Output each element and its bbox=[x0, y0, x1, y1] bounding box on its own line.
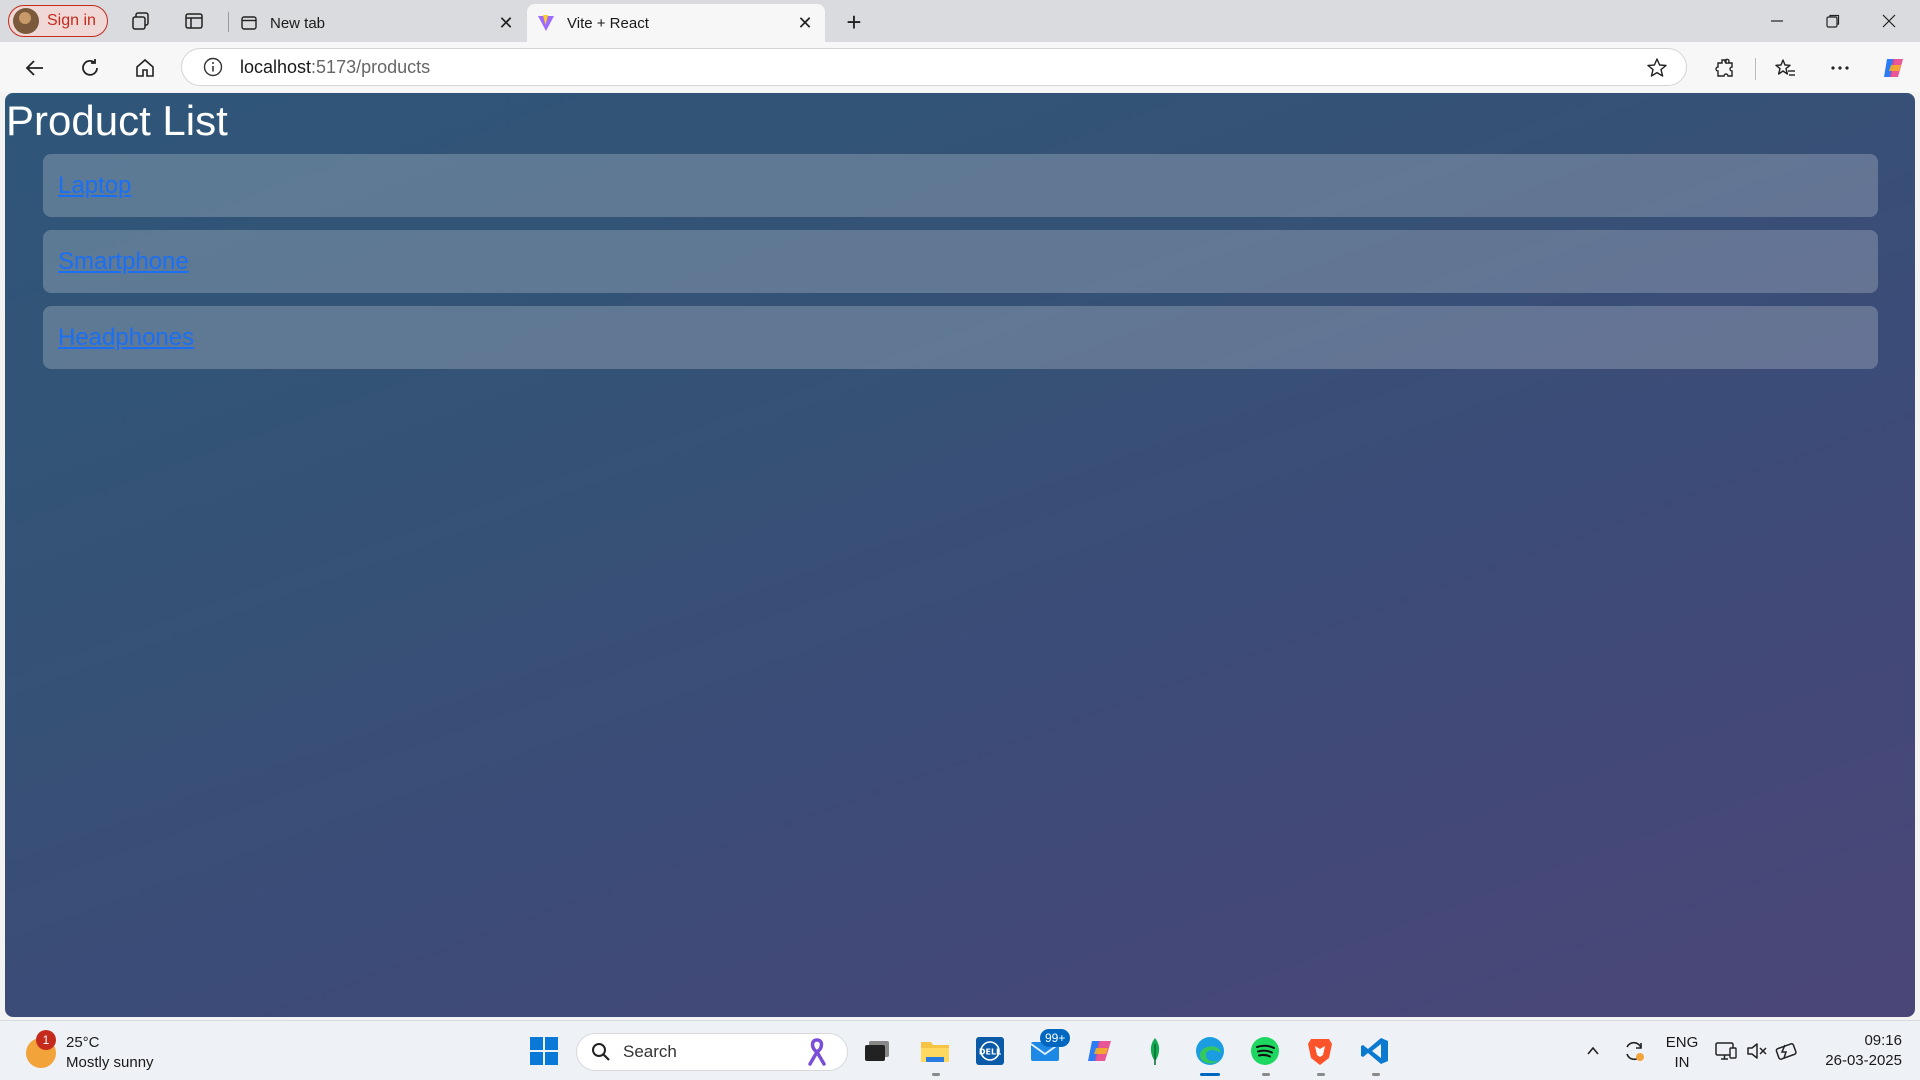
new-tab-icon bbox=[240, 14, 258, 32]
task-view-icon[interactable] bbox=[860, 1034, 894, 1068]
network-icon[interactable] bbox=[1709, 1034, 1743, 1068]
dell-app-icon[interactable]: DELL bbox=[973, 1034, 1007, 1068]
search-icon bbox=[592, 1043, 610, 1061]
favorites-icon[interactable] bbox=[1771, 54, 1799, 82]
page-title: Product List bbox=[6, 97, 228, 144]
clock-time: 09:16 bbox=[1864, 1032, 1902, 1049]
back-arrow-icon[interactable] bbox=[21, 54, 49, 82]
restore-icon[interactable] bbox=[1805, 0, 1861, 42]
taskbar-search-box[interactable]: Search bbox=[576, 1033, 848, 1071]
mongodb-leaf-icon[interactable] bbox=[1138, 1034, 1172, 1068]
product-link-headphones[interactable]: Headphones bbox=[58, 324, 194, 352]
toolbar-divider bbox=[1755, 58, 1756, 80]
tab-new-tab[interactable]: New tab ✕ bbox=[230, 4, 526, 42]
list-item: Headphones bbox=[43, 306, 1878, 369]
product-link-laptop[interactable]: Laptop bbox=[58, 172, 131, 200]
product-link-smartphone[interactable]: Smartphone bbox=[58, 248, 189, 276]
show-hidden-icons-chevron-icon[interactable] bbox=[1576, 1034, 1610, 1068]
running-indicator bbox=[1262, 1073, 1270, 1076]
url-text[interactable]: localhost:5173/products bbox=[240, 57, 430, 78]
weather-sun-icon: 1 bbox=[26, 1030, 56, 1068]
language-code: ENG bbox=[1665, 1034, 1699, 1051]
battery-charging-icon[interactable] bbox=[1770, 1034, 1804, 1068]
copilot-app-icon[interactable] bbox=[1083, 1034, 1117, 1068]
running-indicator bbox=[1317, 1073, 1325, 1076]
workspaces-icon[interactable] bbox=[129, 9, 153, 33]
svg-text:DELL: DELL bbox=[979, 1048, 1001, 1057]
url-path: :5173/products bbox=[311, 56, 431, 77]
browser-toolbar: localhost:5173/products bbox=[0, 42, 1920, 92]
avatar bbox=[13, 8, 39, 34]
active-app-indicator bbox=[1200, 1073, 1220, 1076]
page-viewport: Product List Laptop Smartphone Headphone… bbox=[5, 93, 1915, 1017]
vite-logo-icon bbox=[537, 14, 555, 32]
tab-strip: Sign in New tab ✕ Vite + React ✕ + bbox=[0, 0, 1920, 42]
start-windows-icon[interactable] bbox=[527, 1034, 561, 1068]
site-info-icon[interactable] bbox=[202, 56, 224, 78]
copilot-icon[interactable] bbox=[1880, 54, 1908, 82]
new-tab-button[interactable]: + bbox=[840, 7, 868, 37]
vscode-icon[interactable] bbox=[1358, 1034, 1392, 1068]
weather-text: 25°C Mostly sunny bbox=[66, 1033, 154, 1073]
profile-signin-button[interactable]: Sign in bbox=[8, 5, 108, 37]
running-indicator bbox=[932, 1073, 940, 1076]
weather-condition: Mostly sunny bbox=[66, 1054, 154, 1071]
vertical-tabs-icon[interactable] bbox=[182, 9, 206, 33]
product-list: Laptop Smartphone Headphones bbox=[43, 154, 1878, 382]
spotify-icon[interactable] bbox=[1248, 1034, 1282, 1068]
tab-separator bbox=[228, 12, 229, 32]
awareness-ribbon-icon bbox=[808, 1038, 826, 1066]
signin-label: Sign in bbox=[47, 12, 96, 29]
minimize-icon[interactable] bbox=[1749, 0, 1805, 42]
favorite-star-icon[interactable] bbox=[1646, 57, 1668, 79]
url-host: localhost bbox=[240, 56, 312, 77]
taskbar: 1 25°C Mostly sunny Search DELL 99+ ENG … bbox=[0, 1020, 1920, 1080]
list-item: Smartphone bbox=[43, 230, 1878, 293]
close-tab-icon[interactable]: ✕ bbox=[793, 11, 817, 35]
weather-widget[interactable]: 1 25°C Mostly sunny bbox=[26, 1030, 154, 1073]
system-clock[interactable]: 09:16 26-03-2025 bbox=[1812, 1031, 1902, 1071]
clock-date: 26-03-2025 bbox=[1825, 1052, 1902, 1069]
edge-browser-icon[interactable] bbox=[1193, 1034, 1227, 1068]
brave-browser-icon[interactable] bbox=[1303, 1034, 1337, 1068]
close-tab-icon[interactable]: ✕ bbox=[494, 11, 518, 35]
more-menu-icon[interactable] bbox=[1826, 54, 1854, 82]
mail-count-badge: 99+ bbox=[1040, 1029, 1071, 1047]
home-icon[interactable] bbox=[131, 54, 159, 82]
file-explorer-icon[interactable] bbox=[918, 1034, 952, 1068]
weather-temp: 25°C bbox=[66, 1034, 100, 1051]
sync-status-icon[interactable] bbox=[1617, 1034, 1651, 1068]
address-bar[interactable]: localhost:5173/products bbox=[181, 48, 1687, 86]
region-code: IN bbox=[1674, 1054, 1690, 1071]
refresh-icon[interactable] bbox=[76, 54, 104, 82]
search-label: Search bbox=[623, 1042, 677, 1061]
running-indicator bbox=[1372, 1073, 1380, 1076]
tab-title: New tab bbox=[270, 14, 326, 32]
list-item: Laptop bbox=[43, 154, 1878, 217]
notification-badge: 1 bbox=[36, 1030, 56, 1050]
volume-muted-icon[interactable] bbox=[1740, 1034, 1774, 1068]
input-language-indicator[interactable]: ENG IN bbox=[1664, 1033, 1700, 1073]
close-window-icon[interactable] bbox=[1861, 0, 1917, 42]
extensions-icon[interactable] bbox=[1711, 54, 1739, 82]
tab-vite-react[interactable]: Vite + React ✕ bbox=[527, 4, 825, 42]
tab-title: Vite + React bbox=[567, 14, 649, 32]
